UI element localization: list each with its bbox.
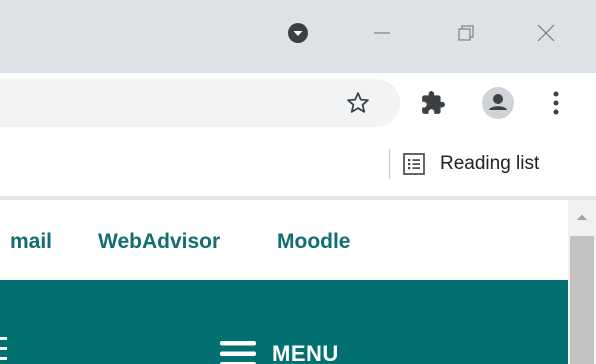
site-top-links: mail WebAdvisor Moodle [0, 200, 568, 280]
nav-link-moodle[interactable]: Moodle [277, 230, 351, 254]
bookmarks-bar: Reading list [0, 133, 596, 196]
minimize-button[interactable] [352, 8, 412, 58]
more-menu-button[interactable] [536, 83, 576, 123]
close-button[interactable] [516, 8, 576, 58]
minimize-icon [374, 32, 390, 34]
puzzle-icon [422, 91, 445, 114]
restore-button[interactable] [436, 8, 496, 58]
reading-list-icon [403, 153, 425, 175]
menu-label: MENU [272, 341, 339, 364]
bookmarks-divider [389, 149, 390, 179]
profile-menu-button[interactable] [268, 8, 328, 58]
reading-list-button[interactable]: Reading list [402, 143, 582, 185]
reading-list-label: Reading list [440, 153, 540, 174]
bookmark-star-button[interactable] [338, 83, 378, 123]
scrollbar-thumb[interactable] [570, 236, 594, 364]
circle-chevron-down-icon [288, 23, 308, 43]
site-header-band: MENU [0, 280, 568, 364]
scroll-up-button[interactable] [568, 200, 596, 234]
restore-icon [458, 25, 474, 41]
person-icon [482, 87, 514, 119]
vertical-scrollbar[interactable] [568, 200, 596, 364]
close-icon [537, 24, 555, 42]
nav-link-webadvisor[interactable]: WebAdvisor [98, 230, 220, 254]
hamburger-icon [220, 341, 256, 364]
menu-button[interactable]: MENU [220, 334, 339, 364]
profile-button[interactable] [478, 83, 518, 123]
browser-toolbar [0, 73, 596, 133]
star-outline-icon [347, 92, 369, 113]
triangle-up-icon [577, 214, 587, 220]
page-viewport: mail WebAdvisor Moodle MENU [0, 200, 596, 364]
vertical-dots-icon [553, 91, 559, 115]
extensions-button[interactable] [413, 83, 453, 123]
cropped-edge-text [0, 335, 8, 363]
nav-link-email[interactable]: mail [10, 230, 52, 254]
title-bar [0, 0, 596, 73]
